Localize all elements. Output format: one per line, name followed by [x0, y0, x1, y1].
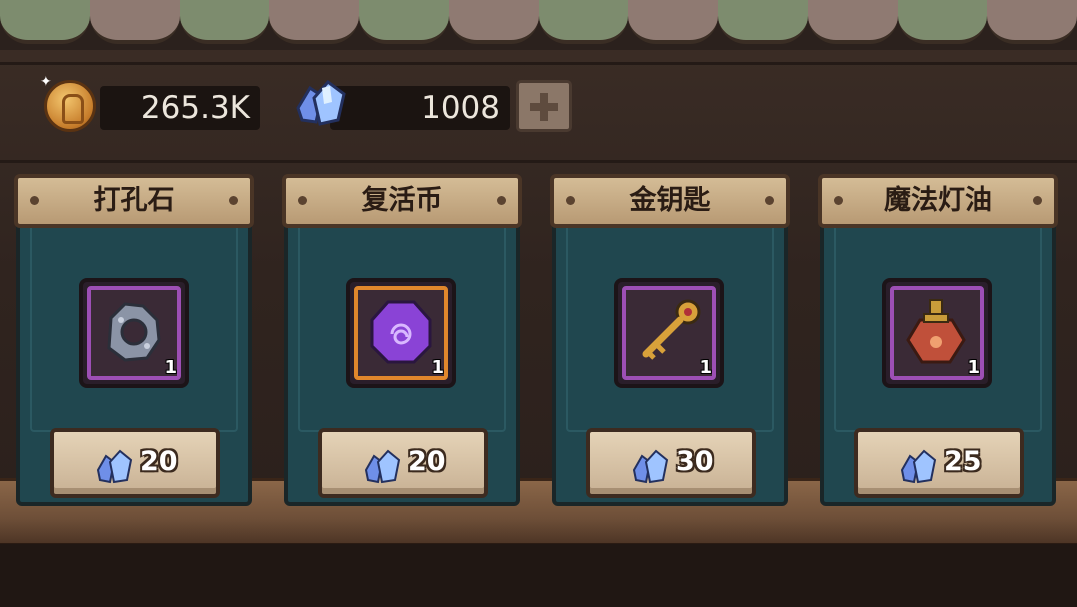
item-quantity: 1: [699, 357, 712, 378]
gold-amount-box: 265.3K: [100, 86, 260, 130]
buy-button[interactable]: 30: [586, 428, 756, 498]
gold-amount: 265.3K: [140, 90, 250, 126]
item-name: 打孔石: [93, 185, 175, 216]
add-gems-button[interactable]: [516, 80, 572, 132]
item-name-sign: 打孔石: [14, 174, 254, 228]
buy-button[interactable]: 20: [50, 428, 220, 498]
item-price: 20: [140, 446, 178, 477]
blue-gem-icon: [632, 449, 669, 484]
item-name: 金钥匙: [629, 185, 711, 216]
shop-floor: [0, 544, 1077, 607]
item-price: 30: [676, 446, 714, 477]
item-name-sign: 金钥匙: [550, 174, 790, 228]
blue-gem-icon: [96, 449, 133, 484]
blue-gem-icon: [296, 79, 346, 126]
gem-amount: 1008: [421, 90, 500, 126]
item-name-sign: 复活币: [282, 174, 522, 228]
item-name: 魔法灯油: [884, 185, 992, 216]
blue-gem-icon: [900, 449, 937, 484]
item-price: 20: [408, 446, 446, 477]
buy-button[interactable]: 25: [854, 428, 1024, 498]
buy-button[interactable]: 20: [318, 428, 488, 498]
wall-plank: [0, 62, 1077, 65]
sparkle-icon: ✦: [40, 74, 52, 90]
item-slot[interactable]: 1: [882, 278, 992, 388]
wall-plank: [0, 160, 1077, 163]
item-slot[interactable]: 1: [614, 278, 724, 388]
item-quantity: 1: [164, 357, 177, 378]
item-quantity: 1: [431, 357, 444, 378]
item-slot[interactable]: 1: [346, 278, 456, 388]
item-slot[interactable]: 1: [79, 278, 189, 388]
item-name: 复活币: [361, 185, 443, 216]
item-price: 25: [944, 446, 982, 477]
item-quantity: 1: [967, 357, 980, 378]
item-name-sign: 魔法灯油: [818, 174, 1058, 228]
gem-amount-box: 1008: [330, 86, 510, 130]
shop-awning: [0, 0, 1077, 50]
blue-gem-icon: [364, 449, 401, 484]
